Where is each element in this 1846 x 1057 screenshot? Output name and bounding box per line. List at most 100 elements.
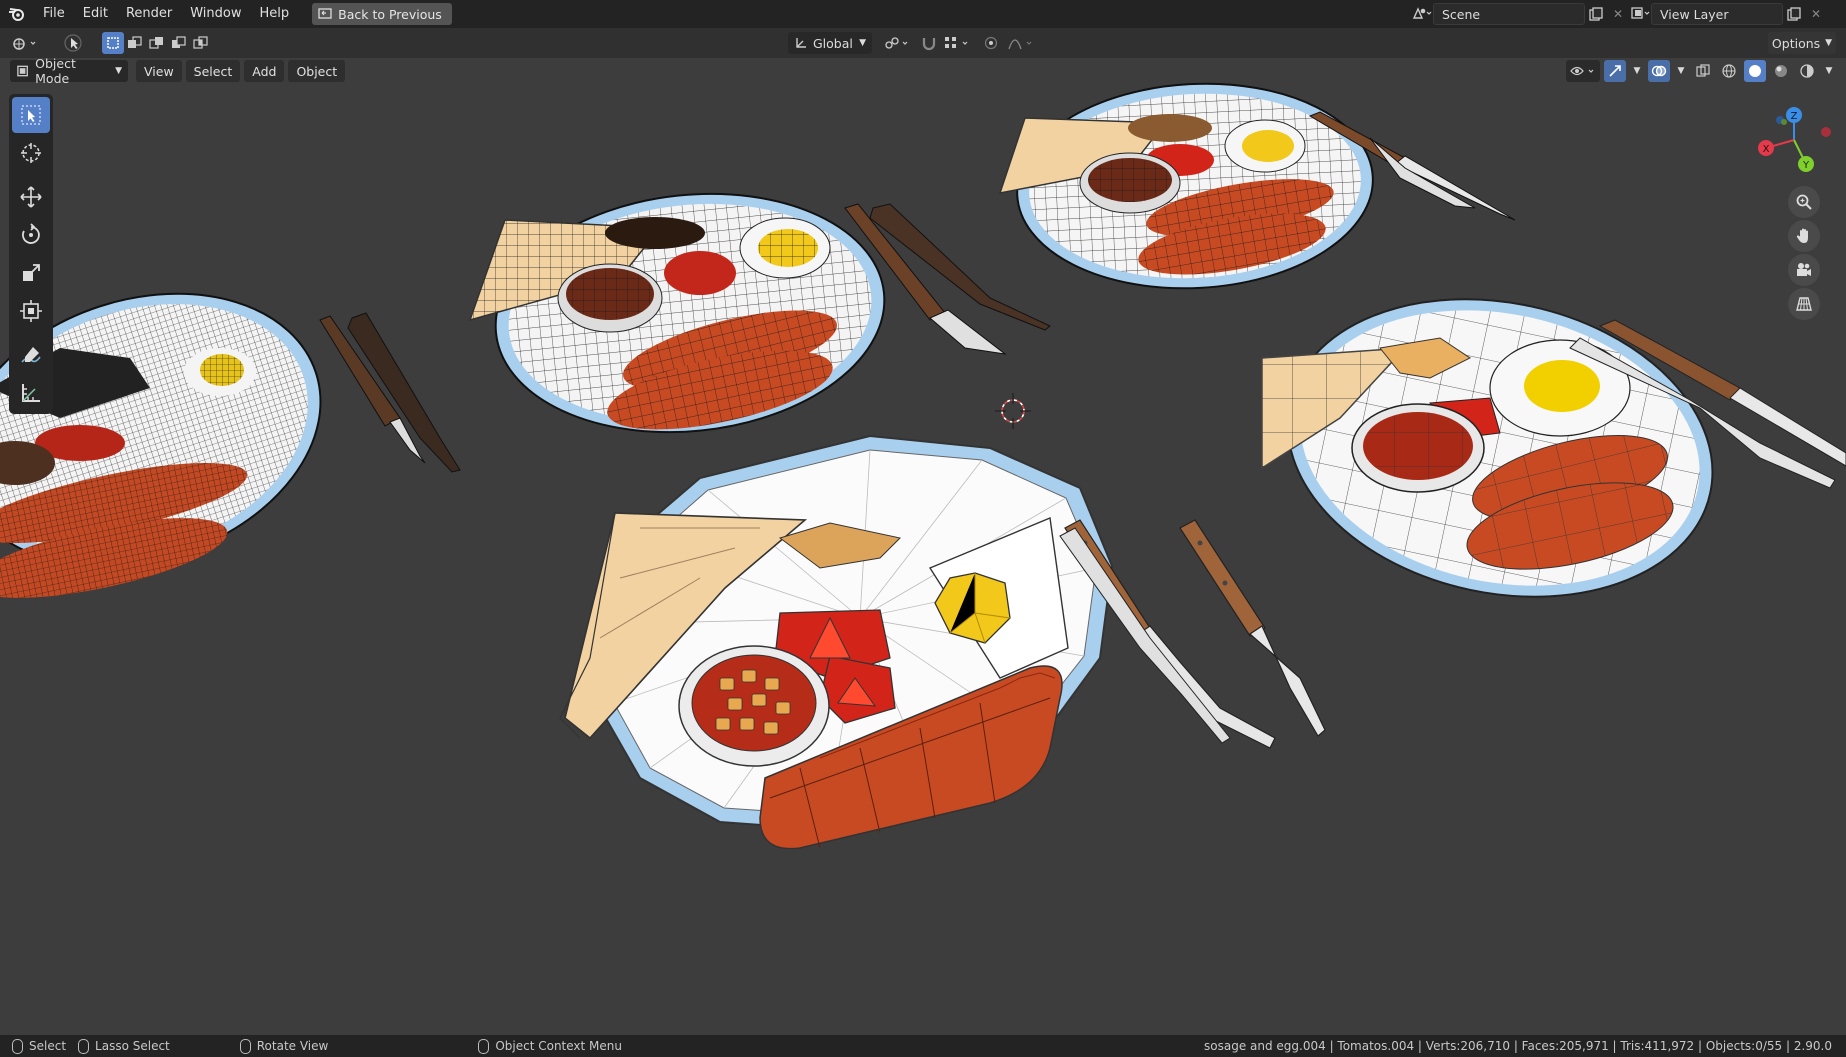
proportional-edit-icon[interactable]: [980, 32, 1002, 54]
back-to-previous-button[interactable]: Back to Previous: [312, 3, 452, 25]
scene-statistics: sosage and egg.004 | Tomatos.004 | Verts…: [1204, 1039, 1832, 1053]
new-scene-icon[interactable]: [1585, 3, 1607, 25]
mouse-left-icon: [12, 1038, 23, 1054]
gizmo-toggle-icon[interactable]: [1604, 60, 1626, 82]
status-rotate-label: Rotate View: [256, 1039, 329, 1053]
left-toolbar: [9, 94, 53, 414]
plate-right[interactable]: [1260, 261, 1741, 634]
material-shading-icon[interactable]: [1770, 60, 1792, 82]
menu-view[interactable]: View: [136, 60, 182, 82]
3d-cursor-icon[interactable]: [995, 393, 1031, 429]
status-select-label: Select: [29, 1039, 67, 1053]
top-menu-bar: File Edit Render Window Help Back to Pre…: [0, 0, 1846, 28]
options-dropdown[interactable]: Options ▼: [1768, 32, 1836, 54]
mode-select[interactable]: Object Mode ▼: [10, 56, 128, 86]
delete-scene-icon[interactable]: ✕: [1607, 3, 1629, 25]
gizmo-y-label: Y: [1802, 160, 1810, 171]
menu-edit[interactable]: Edit: [74, 0, 117, 28]
view-layer-name-field[interactable]: View Layer: [1651, 3, 1783, 25]
pan-hand-icon[interactable]: [1788, 220, 1820, 252]
menu-help[interactable]: Help: [251, 0, 299, 28]
3d-viewport[interactable]: [0, 58, 1846, 1035]
screen-back-icon: [318, 8, 332, 19]
mouse-middle-icon: [239, 1038, 251, 1054]
rotate-tool-icon[interactable]: [12, 217, 50, 253]
annotate-tool-icon[interactable]: [12, 337, 50, 373]
cursor-tool-icon[interactable]: [12, 135, 50, 171]
select-intersect-icon[interactable]: [190, 32, 212, 54]
scene-selector: Scene ✕: [1411, 3, 1629, 25]
mode-label: Object Mode: [35, 56, 76, 86]
gizmo-dropdown-icon[interactable]: ▼: [1630, 60, 1644, 82]
select-invert-icon[interactable]: [168, 32, 190, 54]
menu-window[interactable]: Window: [181, 0, 250, 28]
status-lasso-label: Lasso Select: [95, 1039, 170, 1053]
viewport-header: Object Mode ▼ View Select Add Object ▼ ▼: [0, 56, 1846, 86]
overlays-toggle-icon[interactable]: [1648, 60, 1670, 82]
menu-file[interactable]: File: [34, 0, 74, 28]
orientation-label: Global: [813, 35, 853, 51]
status-select-hint: Select: [12, 1038, 67, 1054]
menu-object[interactable]: Object: [288, 60, 346, 82]
chevron-down-icon: ▼: [115, 66, 122, 76]
tool-header: Global ▼ Options ▼: [0, 28, 1846, 58]
status-bar: Select Lasso Select Rotate View Object C…: [0, 1035, 1846, 1057]
rendered-shading-icon[interactable]: [1796, 60, 1818, 82]
visibility-icon[interactable]: [1566, 60, 1600, 82]
menu-select[interactable]: Select: [185, 60, 241, 82]
delete-view-layer-icon[interactable]: ✕: [1805, 3, 1827, 25]
select-box-tool-icon[interactable]: [12, 97, 50, 133]
options-label: Options: [1771, 35, 1821, 51]
select-subtract-icon[interactable]: [146, 32, 168, 54]
solid-shading-icon[interactable]: [1744, 60, 1766, 82]
plate-far-left[interactable]: [0, 249, 356, 614]
measure-tool-icon[interactable]: [12, 375, 50, 411]
object-mode-icon: [17, 65, 28, 77]
plate-back-middle[interactable]: [468, 175, 896, 450]
orientation-axes-icon: [796, 38, 806, 48]
chevron-down-icon: ▼: [1825, 38, 1833, 48]
status-context-label: Object Context Menu: [495, 1039, 622, 1053]
transform-tool-icon[interactable]: [12, 293, 50, 329]
editor-type-icon[interactable]: [8, 32, 42, 54]
plate-back-right[interactable]: [998, 75, 1378, 297]
mouse-drag-icon: [78, 1038, 90, 1054]
status-context-hint: Object Context Menu: [478, 1038, 622, 1054]
snap-toggle-icon[interactable]: [918, 32, 940, 54]
gizmo-x-label: X: [1763, 144, 1770, 155]
zoom-icon[interactable]: [1788, 186, 1820, 218]
falloff-icon[interactable]: [1004, 32, 1038, 54]
plate-front-center[interactable]: [559, 434, 1114, 850]
menu-render[interactable]: Render: [117, 0, 181, 28]
chevron-down-icon: ▼: [859, 38, 866, 48]
shading-dropdown-icon[interactable]: ▼: [1822, 60, 1836, 82]
menu-add[interactable]: Add: [244, 60, 285, 82]
view-layer-browse-icon[interactable]: [1629, 3, 1651, 25]
blender-logo-icon[interactable]: [0, 0, 34, 28]
cutlery-far-left[interactable]: [319, 312, 461, 473]
back-to-previous-label: Back to Previous: [338, 6, 442, 22]
mouse-right-icon: [478, 1038, 490, 1054]
tool-select-icon[interactable]: [62, 32, 84, 54]
overlays-dropdown-icon[interactable]: ▼: [1674, 60, 1688, 82]
select-extend-icon[interactable]: [124, 32, 146, 54]
wireframe-shading-icon[interactable]: [1718, 60, 1740, 82]
axis-gizmo[interactable]: Z X Y: [1754, 100, 1834, 180]
scale-tool-icon[interactable]: [12, 255, 50, 291]
snap-target-icon[interactable]: [940, 32, 974, 54]
scene-browse-icon[interactable]: [1411, 3, 1433, 25]
pivot-point-icon[interactable]: [880, 32, 914, 54]
new-view-layer-icon[interactable]: [1783, 3, 1805, 25]
status-lasso-hint: Lasso Select: [78, 1038, 170, 1054]
status-rotate-hint: Rotate View: [239, 1038, 329, 1054]
select-new-icon[interactable]: [102, 32, 124, 54]
camera-view-icon[interactable]: [1788, 254, 1820, 286]
view-layer-selector: View Layer ✕: [1629, 3, 1827, 25]
perspective-grid-icon[interactable]: [1788, 288, 1820, 320]
scene-name-field[interactable]: Scene: [1433, 3, 1585, 25]
xray-toggle-icon[interactable]: [1692, 60, 1714, 82]
viewport-shading-controls: ▼ ▼ ▼: [1566, 60, 1836, 82]
navigation-gizmo: Z X Y: [1754, 100, 1834, 340]
transform-orientation-select[interactable]: Global ▼: [788, 32, 872, 54]
move-tool-icon[interactable]: [12, 179, 50, 215]
